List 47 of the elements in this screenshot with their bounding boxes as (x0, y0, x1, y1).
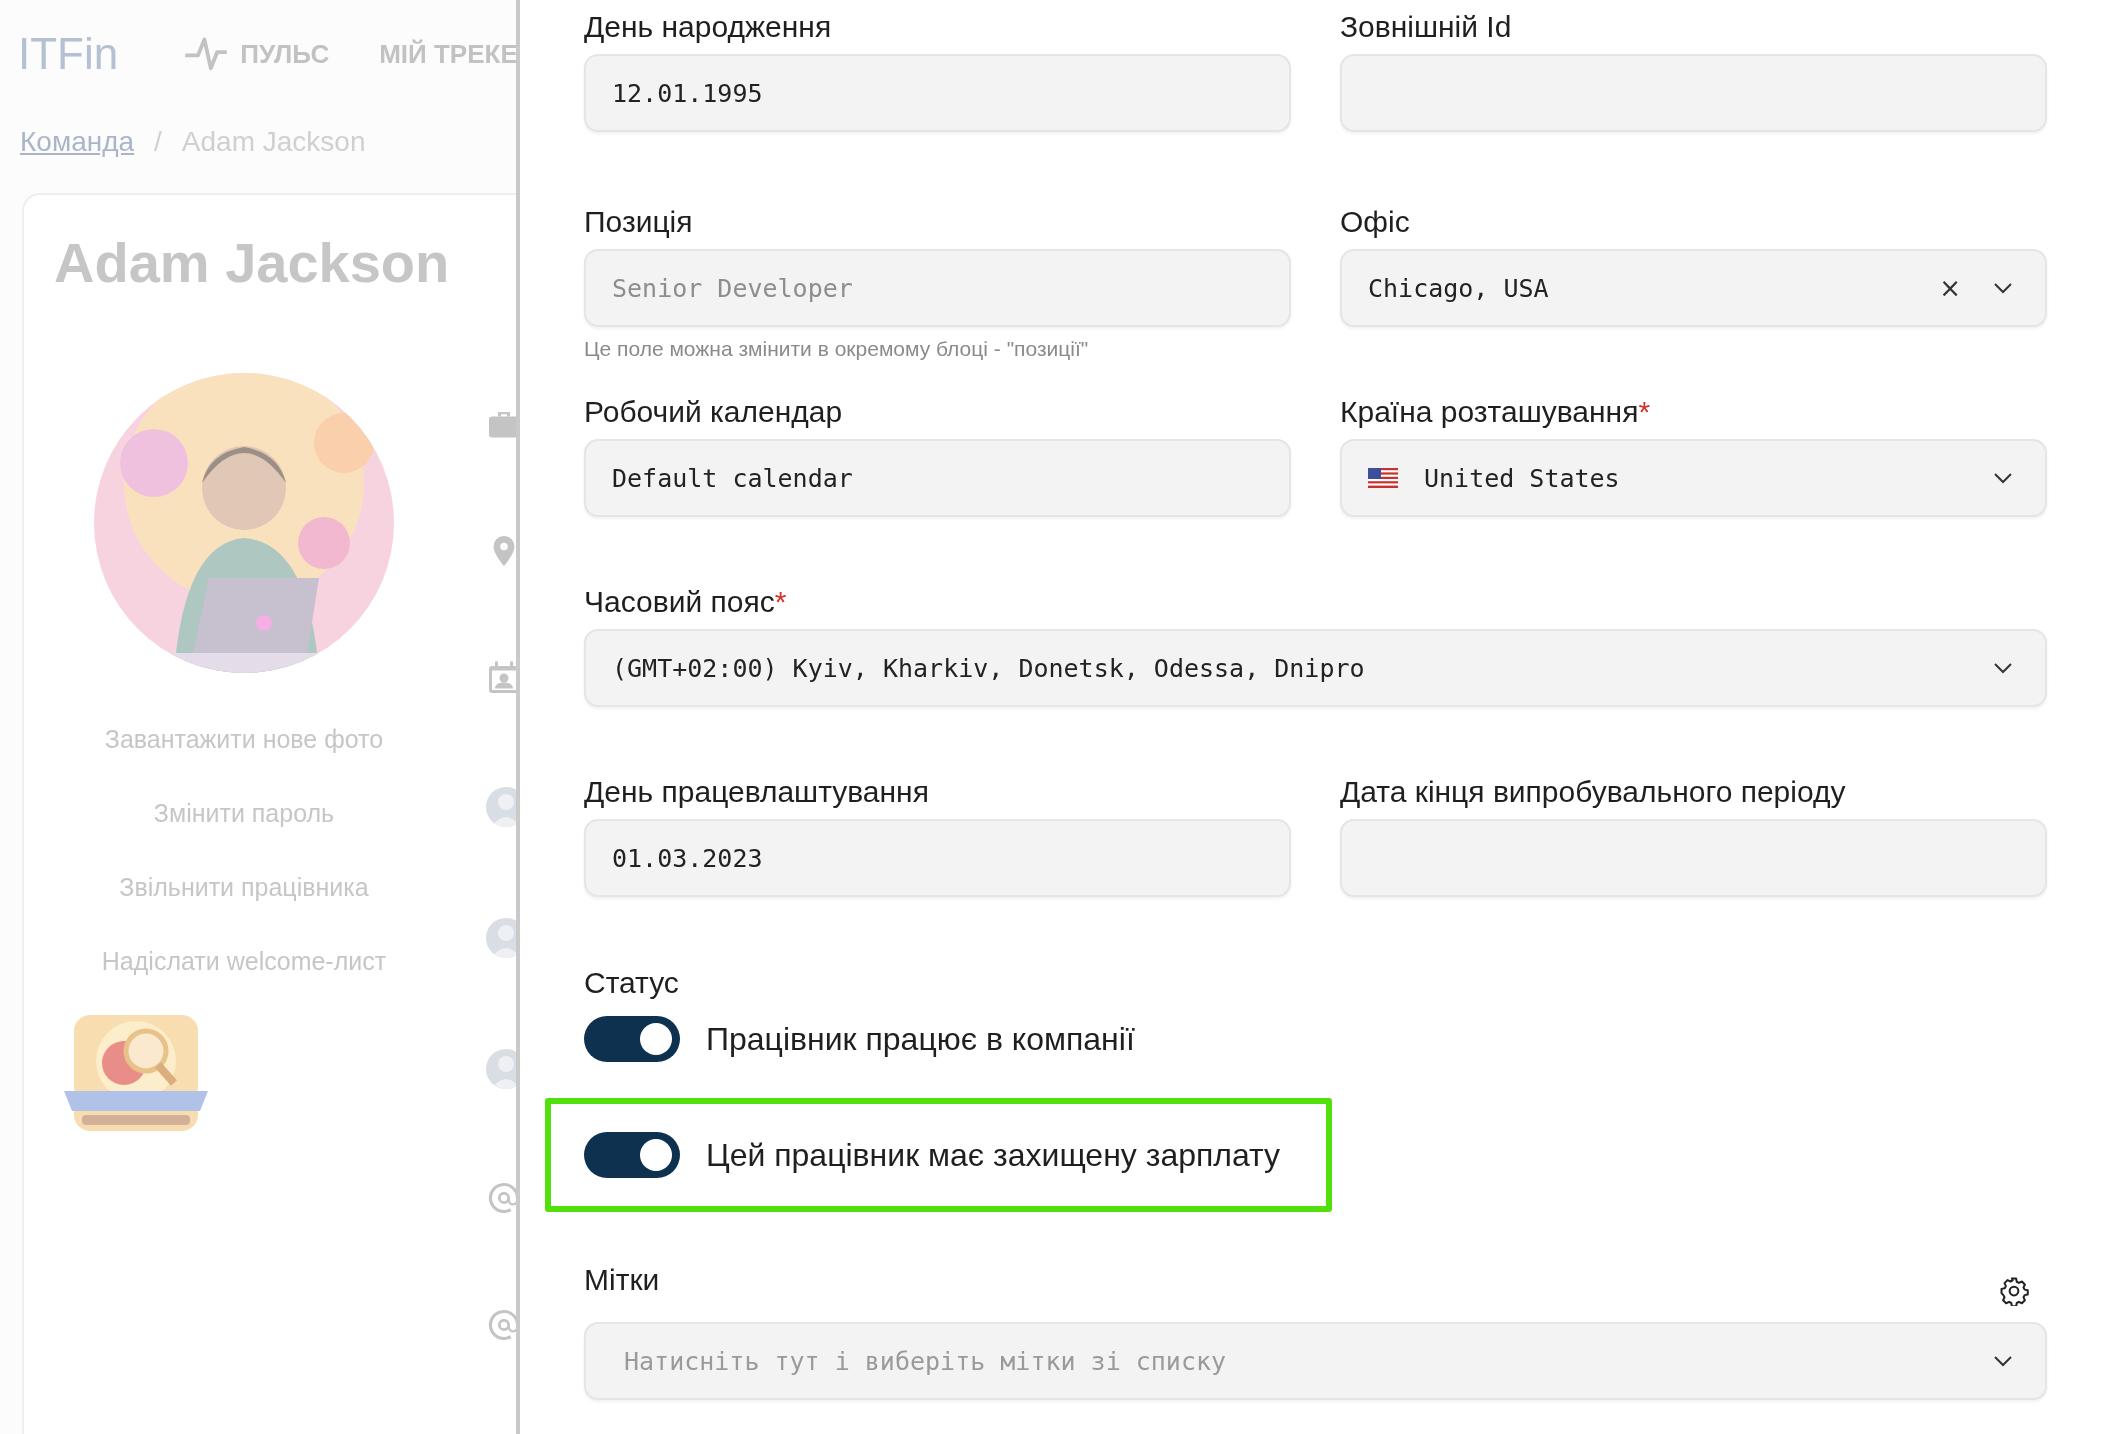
input-field: Senior Developer (584, 249, 1291, 327)
breadcrumb-link[interactable]: Команда (20, 126, 135, 158)
input-field[interactable] (1340, 54, 2047, 132)
chevron-down-icon[interactable] (1993, 282, 2013, 294)
input-field[interactable]: 01.03.2023 (584, 819, 1291, 897)
email-icon (486, 1307, 516, 1343)
contact-card-icon (486, 660, 516, 696)
field-label: Офіс (1340, 205, 1410, 238)
field-label: Дата кінця випробувального періоду (1340, 775, 1846, 808)
breadcrumb-separator: / (154, 126, 162, 158)
toggle-label: Працівник працює в компанії (706, 1020, 1135, 1058)
clear-icon[interactable]: × (1939, 273, 1961, 303)
toggle-switch[interactable] (584, 1132, 680, 1178)
email-icon (486, 1180, 516, 1216)
profile-action-link[interactable]: Надіслати welcome-лист (101, 924, 387, 998)
chevron-down-icon[interactable] (1993, 662, 2013, 674)
select-field[interactable]: Натисніть тут і виберіть мітки зі списку (584, 1322, 2047, 1400)
profile-name: Adam Jackson (54, 231, 450, 295)
toggle-switch[interactable] (584, 1016, 680, 1062)
field-label: День працевлаштування (584, 775, 929, 808)
field-label: Статус (584, 965, 680, 1001)
select-field[interactable]: Chicago, USA × (1340, 249, 2047, 327)
field-label: Країна розташування (1340, 395, 1639, 428)
field-hint: Це поле можна змінити в окремому блоці - "позиції" (584, 337, 1090, 361)
toggle-label: Цей працівник має захищену зарплату (706, 1136, 1281, 1174)
nav-link[interactable]: ПУЛЬС (182, 33, 330, 75)
app-logo[interactable]: ITFin (18, 29, 119, 79)
required-mark: * (1638, 395, 1651, 428)
profile-action-link[interactable]: Змінити пароль (153, 776, 335, 850)
select-field[interactable]: (GMT+02:00) Kyiv, Kharkiv, Donetsk, Odessa, Dnipro (584, 629, 2047, 707)
profile-action-link[interactable]: Завантажити нове фото (104, 702, 384, 776)
field-label: Часовий пояс (584, 585, 775, 618)
nav-link[interactable]: МІЙ ТРЕКЕ (379, 38, 516, 70)
profile-action-link[interactable]: Звільнити працівника (119, 850, 369, 924)
chevron-down-icon[interactable] (1993, 1355, 2013, 1367)
input-field[interactable]: 12.01.1995 (584, 54, 1291, 132)
field-label: Позиція (584, 205, 693, 238)
chevron-down-icon[interactable] (1993, 472, 2013, 484)
input-field[interactable] (1340, 819, 2047, 897)
field-label: Робочий календар (584, 395, 843, 428)
field-label: День народження (584, 10, 832, 43)
field-label: Зовнішній Id (1340, 10, 1512, 43)
field-label: Мітки (584, 1262, 660, 1298)
required-mark: * (774, 585, 787, 618)
settings-icon[interactable] (1999, 1276, 2029, 1306)
input-field[interactable]: Default calendar (584, 439, 1291, 517)
select-field[interactable]: United States (1340, 439, 2047, 517)
